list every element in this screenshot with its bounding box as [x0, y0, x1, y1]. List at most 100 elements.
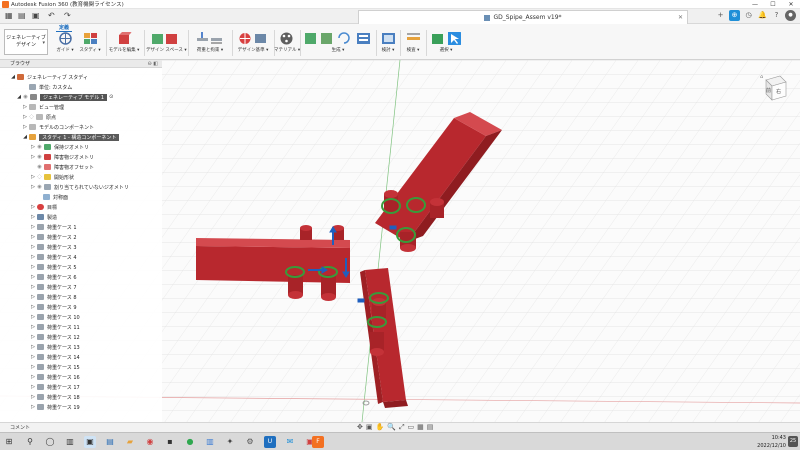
tree-item-load-case[interactable]: ▷ 荷重ケース 1 — [30, 222, 77, 232]
tree-item-load-case[interactable]: ▷ 荷重ケース 15 — [30, 362, 80, 372]
tree-item-load-case[interactable]: ▷ 荷重ケース 5 — [30, 262, 77, 272]
folder-icon[interactable]: ▰ — [124, 436, 136, 448]
tree-item-load-case[interactable]: ▷ 荷重ケース 2 — [30, 232, 77, 242]
design-space-button[interactable]: デザイン スペース ▾ — [146, 32, 187, 58]
close-button[interactable]: ✕ — [782, 0, 800, 9]
tree-item-manufacturing[interactable]: ▷ 製造 — [30, 212, 57, 222]
notification-badge[interactable]: 25 — [788, 436, 798, 447]
system-clock[interactable]: 10:43 2022/12/10 — [757, 434, 786, 450]
tree-item-study-1[interactable]: ◢ スタディ 1 - 構造コンポーネント — [22, 132, 120, 142]
collapse-icon[interactable]: ◢ — [10, 74, 16, 80]
visibility-eye-icon[interactable]: ◉ — [36, 154, 43, 160]
maximize-button[interactable]: ☐ — [764, 0, 782, 9]
tree-item-objectives[interactable]: ▷ 目標 — [30, 202, 57, 212]
study-button[interactable]: スタディ ▾ — [78, 32, 102, 58]
collapse-icon[interactable]: ◢ — [22, 134, 28, 140]
tree-item-load-case[interactable]: ▷ 荷重ケース 8 — [30, 292, 77, 302]
line-icon[interactable]: ● — [184, 436, 196, 448]
tree-item-load-case[interactable]: ▷ 荷重ケース 10 — [30, 312, 80, 322]
orbit-icon[interactable]: ✥ — [357, 423, 363, 432]
grid-settings-icon[interactable]: ▦ — [417, 423, 424, 432]
tree-item-load-case[interactable]: ▷ 荷重ケース 13 — [30, 342, 80, 352]
app-icon[interactable]: ✦ — [224, 436, 236, 448]
minimize-button[interactable]: — — [746, 0, 764, 9]
visibility-eye-icon[interactable]: ◉ — [36, 184, 43, 190]
task-view-icon[interactable]: ◯ — [44, 436, 56, 448]
view-cube[interactable]: 前 右 ⌂ — [758, 72, 788, 102]
tree-item-load-case[interactable]: ▷ 荷重ケース 9 — [30, 302, 77, 312]
visibility-eye-icon[interactable]: ◌ — [28, 114, 35, 120]
tree-item-load-case[interactable]: ▷ 荷重ケース 18 — [30, 392, 80, 402]
display-settings-icon[interactable]: ▭ — [408, 423, 415, 432]
explore-button[interactable]: 検討 ▾ — [376, 32, 400, 58]
explorer-icon[interactable]: ▣ — [84, 436, 96, 448]
tree-item-model-components[interactable]: ▷ モデルのコンポーネント — [22, 122, 94, 132]
mail-icon[interactable]: ✉ — [284, 436, 296, 448]
store-icon[interactable]: ▥ — [204, 436, 216, 448]
tree-item-symmetry[interactable]: 対称面 — [42, 192, 68, 202]
tree-item-load-case[interactable]: ▷ 荷重ケース 16 — [30, 372, 80, 382]
inspect-button[interactable]: 検査 ▾ — [402, 32, 424, 58]
task-view-windows-icon[interactable]: ▥ — [64, 436, 76, 448]
extensions-icon[interactable]: ⊕ — [729, 10, 740, 21]
fit-icon[interactable]: ⤢ — [399, 423, 405, 432]
chrome-icon[interactable]: ◉ — [144, 436, 156, 448]
avatar[interactable]: ● — [785, 10, 796, 21]
look-at-icon[interactable]: ▣ — [366, 423, 373, 432]
tree-item-load-case[interactable]: ▷ 荷重ケース 14 — [30, 352, 80, 362]
tree-item-obstacle-offset[interactable]: ◉ 障害物オフセット — [36, 162, 94, 172]
loads-constraints-button[interactable]: 荷重と拘束 ▾ — [190, 32, 230, 58]
tree-item-study[interactable]: ◢ ジェネレーティブ スタディ — [10, 72, 88, 82]
undo-icon[interactable]: ↶ — [48, 12, 55, 20]
tree-item-load-case[interactable]: ▷ 荷重ケース 6 — [30, 272, 77, 282]
visibility-eye-icon[interactable]: ◉ — [36, 144, 43, 150]
settings-icon[interactable]: ⚙ — [244, 436, 256, 448]
file-menu-icon[interactable]: ▤ — [18, 12, 26, 20]
material-button[interactable]: マテリアル ▾ — [274, 32, 300, 58]
notifications-icon[interactable]: 🔔 — [757, 10, 768, 21]
generate-button[interactable]: 生成 ▾ — [302, 32, 374, 58]
tree-item-view-management[interactable]: ▷ ビュー管理 — [22, 102, 64, 112]
redo-icon[interactable]: ↷ — [64, 12, 71, 20]
tree-item-obstacle[interactable]: ▷ ◉ 障害物ジオメトリ — [30, 152, 94, 162]
search-icon[interactable]: ⚲ — [24, 436, 36, 448]
tab-define[interactable]: 定義 — [56, 24, 73, 32]
tree-item-origin[interactable]: ▷ ◌ 原点 — [22, 112, 56, 122]
viewports-icon[interactable]: ▤ — [427, 423, 434, 432]
terminal-icon[interactable]: ▪ — [164, 436, 176, 448]
browser-collapse-icon[interactable]: ⊖ ◧ — [147, 60, 158, 68]
visibility-eye-icon[interactable]: ◌ — [36, 174, 43, 180]
tree-item-starting-shape[interactable]: ▷ ◌ 開始形状 — [30, 172, 74, 182]
tree-item-load-case[interactable]: ▷ 荷重ケース 19 — [30, 402, 80, 412]
design-criteria-button[interactable]: デザイン基準 ▾ — [234, 32, 272, 58]
pan-icon[interactable]: ✋ — [376, 423, 385, 432]
save-icon[interactable]: ▣ — [32, 12, 40, 20]
tree-item-model[interactable]: ◢ ◉ ジェネレーティブ モデル 1 ⊙ — [16, 92, 113, 102]
fusion-taskbar-icon[interactable]: F — [312, 436, 324, 448]
tree-item-load-case[interactable]: ▷ 荷重ケース 17 — [30, 382, 80, 392]
edit-model-button[interactable]: モデルを編集 ▾ — [108, 32, 140, 58]
home-view-icon[interactable]: ⌂ — [760, 74, 763, 80]
tree-item-preserve[interactable]: ▷ ◉ 保持ジオメトリ — [30, 142, 89, 152]
tree-item-load-case[interactable]: ▷ 荷重ケース 4 — [30, 252, 77, 262]
help-icon[interactable]: ? — [771, 10, 782, 21]
tree-item-load-case[interactable]: ▷ 荷重ケース 11 — [30, 322, 80, 332]
activate-radio-icon[interactable]: ⊙ — [109, 94, 113, 100]
job-status-icon[interactable]: ◷ — [743, 10, 754, 21]
windows-start-icon[interactable]: ⊞ — [3, 436, 15, 448]
select-button[interactable]: 選択 ▾ — [426, 32, 466, 58]
app-u-icon[interactable]: U — [264, 436, 276, 448]
guide-button[interactable]: ガイド ▾ — [54, 32, 76, 58]
comments-panel-label[interactable]: コメント — [10, 424, 30, 431]
apps-grid-icon[interactable]: ▦ — [5, 12, 13, 20]
zoom-icon[interactable]: 🔍 — [387, 423, 396, 432]
files-icon[interactable]: ▤ — [104, 436, 116, 448]
document-tab[interactable]: GD_Spipe_Assem v19* ✕ — [358, 10, 688, 24]
visibility-eye-icon[interactable]: ◉ — [22, 94, 29, 100]
tree-item-load-case[interactable]: ▷ 荷重ケース 12 — [30, 332, 80, 342]
new-tab-icon[interactable]: + — [715, 10, 726, 21]
visibility-eye-icon[interactable]: ◉ — [36, 164, 43, 170]
tree-item-units[interactable]: 単位: カスタム — [22, 82, 72, 92]
tree-item-unassigned[interactable]: ▷ ◉ 割り当てられていないジオメトリ — [30, 182, 129, 192]
tree-item-load-case[interactable]: ▷ 荷重ケース 7 — [30, 282, 77, 292]
